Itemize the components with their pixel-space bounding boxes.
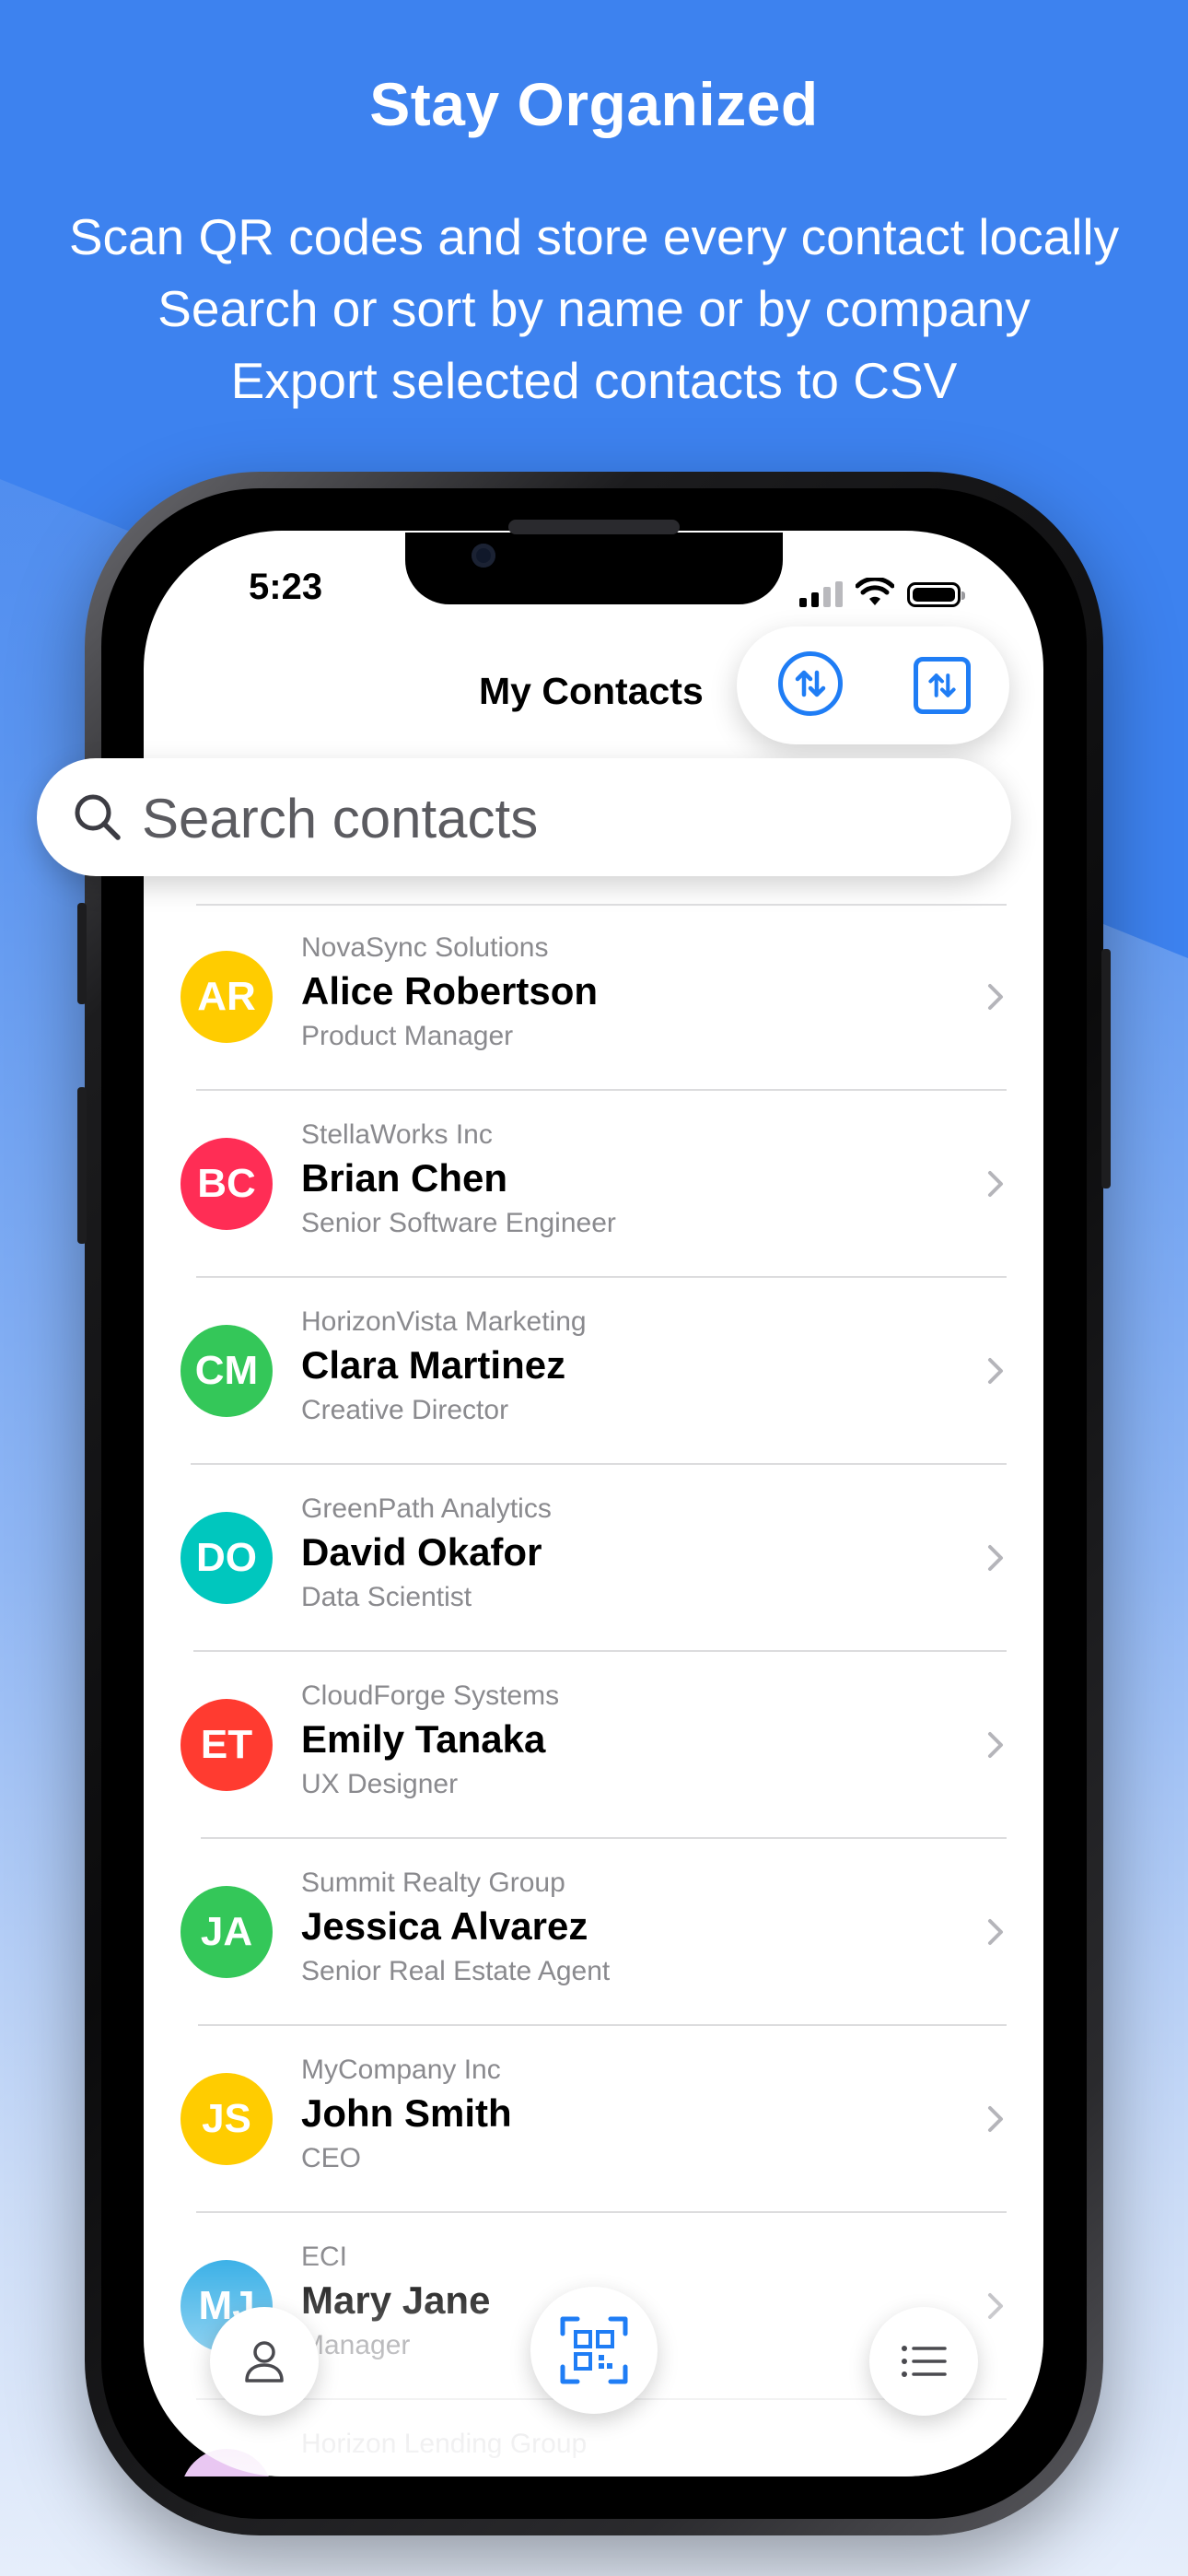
earpiece-speaker (508, 520, 680, 534)
contact-row[interactable]: JS MyCompany Inc John Smith CEO (144, 2029, 1043, 2215)
contact-company: GreenPath Analytics (301, 1493, 552, 1524)
contact-name: Clara Martinez (301, 1343, 566, 1387)
status-time: 5:23 (249, 567, 323, 607)
contact-row[interactable]: Horizon Lending Group (144, 2403, 1043, 2476)
promo-line-1: Scan QR codes and store every contact lo… (68, 208, 1120, 265)
contact-name: John Smith (301, 2091, 512, 2135)
contact-row[interactable]: ET CloudForge Systems Emily Tanaka UX De… (144, 1655, 1043, 1841)
contact-company: StellaWorks Inc (301, 1119, 493, 1150)
contact-name: Brian Chen (301, 1156, 508, 1200)
contact-name: Emily Tanaka (301, 1717, 546, 1761)
divider (201, 1837, 1007, 1839)
contact-role: CEO (301, 2143, 362, 2173)
chevron-right-icon (988, 984, 1003, 1010)
chevron-right-icon (988, 1358, 1003, 1384)
scan-qr-button[interactable] (530, 2287, 658, 2414)
contact-row[interactable]: AR NovaSync Solutions Alice Robertson Pr… (144, 907, 1043, 1093)
contact-company: NovaSync Solutions (301, 932, 549, 963)
contact-company: Horizon Lending Group (301, 2429, 588, 2459)
divider (196, 904, 1007, 906)
divider (196, 2211, 1007, 2213)
contact-avatar: BC (181, 1138, 273, 1230)
contact-company: Summit Realty Group (301, 1868, 565, 1898)
status-icons (799, 574, 965, 607)
front-camera (472, 544, 495, 568)
list-view-button[interactable] (869, 2307, 978, 2416)
contact-avatar: DO (181, 1512, 273, 1604)
promo-headline: Stay Organized (369, 70, 819, 138)
notch (405, 533, 783, 604)
contact-row[interactable]: BC StellaWorks Inc Brian Chen Senior Sof… (144, 1094, 1043, 1280)
contact-role: Senior Software Engineer (301, 1208, 616, 1238)
contact-role: Data Scientist (301, 1582, 472, 1612)
contact-name: Alice Robertson (301, 969, 599, 1013)
cellular-signal-icon (799, 581, 843, 607)
contact-company: MyCompany Inc (301, 2055, 501, 2085)
chevron-right-icon (988, 2106, 1003, 2132)
search-bar[interactable] (37, 758, 1011, 876)
contact-avatar: JS (181, 2073, 273, 2165)
arrow-up-down-circle-icon (795, 670, 826, 697)
contact-company: ECI (301, 2242, 348, 2272)
battery-icon (907, 582, 965, 607)
chevron-right-icon (988, 1919, 1003, 1945)
divider (196, 1089, 1007, 1091)
chevron-right-icon (988, 2293, 1003, 2319)
qr-code-scan-icon (560, 2316, 628, 2384)
arrow-up-down-square-icon (928, 673, 956, 697)
chevron-right-icon (988, 1171, 1003, 1197)
contact-role: Product Manager (301, 1021, 514, 1051)
chevron-right-icon (988, 1545, 1003, 1571)
contact-company: HorizonVista Marketing (301, 1306, 587, 1337)
sort-by-company-button[interactable] (914, 657, 971, 714)
phone-side-button (77, 1087, 87, 1244)
divider (196, 1276, 1007, 1278)
search-icon (75, 794, 121, 840)
contact-row[interactable]: CM HorizonVista Marketing Clara Martinez… (144, 1281, 1043, 1467)
wifi-icon (856, 578, 894, 605)
contact-role: UX Designer (301, 1769, 459, 1799)
chevron-right-icon (988, 1732, 1003, 1758)
contact-role: Creative Director (301, 1395, 509, 1425)
promo-line-2: Search or sort by name or by company (157, 280, 1031, 337)
contact-role: Senior Real Estate Agent (301, 1956, 611, 1986)
contact-avatar: JA (181, 1886, 273, 1978)
contact-name: David Okafor (301, 1530, 542, 1574)
contact-avatar: ET (181, 1699, 273, 1791)
contact-row[interactable]: JA Summit Realty Group Jessica Alvarez S… (144, 1842, 1043, 2028)
divider (198, 2024, 1007, 2026)
contact-avatar: CM (181, 1325, 273, 1417)
person-icon (245, 2341, 284, 2383)
contact-name: Jessica Alvarez (301, 1904, 588, 1948)
phone-side-button (77, 903, 87, 1004)
contact-row[interactable]: DO GreenPath Analytics David Okafor Data… (144, 1468, 1043, 1654)
contact-avatar: AR (181, 951, 273, 1043)
phone-side-button (1101, 949, 1111, 1188)
list-icon (902, 2346, 947, 2377)
contact-name: Mary Jane (301, 2278, 491, 2322)
contact-company: CloudForge Systems (301, 1680, 560, 1711)
promo-line-3: Export selected contacts to CSV (230, 352, 958, 409)
contact-avatar (181, 2449, 273, 2476)
page-title: My Contacts (479, 670, 704, 712)
divider (191, 1463, 1007, 1465)
profile-button[interactable] (210, 2307, 319, 2416)
sort-by-name-button[interactable] (778, 651, 843, 716)
search-input[interactable] (140, 780, 973, 856)
divider (193, 1650, 1007, 1652)
